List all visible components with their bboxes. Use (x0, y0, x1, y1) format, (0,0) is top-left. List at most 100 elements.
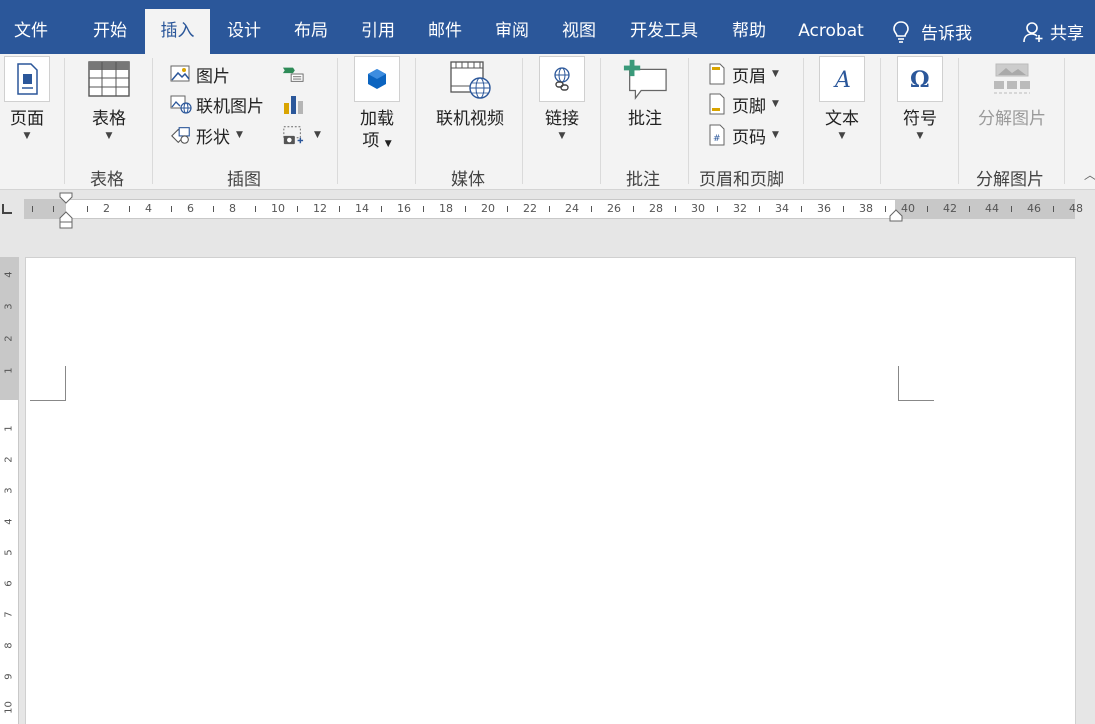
text-button[interactable]: A 文本 ▼ (817, 56, 867, 142)
vertical-ruler[interactable]: 4 3 2 1 1 2 3 4 5 6 7 8 9 10 (0, 257, 19, 724)
page-number-button[interactable]: # 页码 ▼ (706, 123, 779, 148)
ruler-tick (927, 206, 928, 212)
chevron-down-icon: ▼ (236, 130, 243, 140)
ruler-number: 36 (817, 202, 831, 215)
chevron-down-icon: ▼ (838, 131, 846, 141)
ruler-tick (969, 206, 970, 212)
chevron-down-icon: ▼ (772, 99, 779, 109)
right-indent-marker-icon[interactable] (889, 209, 903, 223)
tab-layout[interactable]: 布局 (280, 9, 342, 54)
pages-button[interactable]: 页面 ▼ (0, 56, 54, 142)
ruler-tick (423, 206, 424, 212)
pictures-button[interactable]: 图片 (170, 62, 230, 87)
vruler-number: 4 (3, 271, 15, 278)
group-divider (415, 58, 416, 184)
tab-mailings[interactable]: 邮件 (414, 9, 476, 54)
ruler-number: 22 (523, 202, 537, 215)
links-button[interactable]: 链接 ▼ (537, 56, 587, 142)
share-label: 共享 (1050, 24, 1084, 44)
tab-acrobat[interactable]: Acrobat (790, 9, 872, 54)
screenshot-button[interactable]: ▼ (282, 123, 321, 147)
tab-view[interactable]: 视图 (548, 9, 610, 54)
tab-references[interactable]: 引用 (347, 9, 409, 54)
footer-label: 页脚 (732, 96, 766, 117)
smartart-button[interactable] (282, 62, 308, 86)
document-page[interactable] (25, 257, 1076, 724)
svg-text:Ω: Ω (910, 67, 930, 92)
split-picture-label: 分解图片 (978, 109, 1046, 129)
chart-icon (282, 93, 304, 115)
group-divider (688, 58, 689, 184)
symbols-button[interactable]: Ω 符号 ▼ (895, 56, 945, 142)
group-divider (880, 58, 881, 184)
tab-file[interactable]: 文件 (0, 9, 62, 54)
table-button[interactable]: 表格 ▼ (84, 56, 134, 142)
shapes-button[interactable]: 形状 ▼ (170, 123, 243, 148)
ruler-tick (129, 206, 130, 212)
online-pictures-button[interactable]: 联机图片 (170, 92, 264, 117)
crop-mark-top-right-h (898, 400, 934, 401)
ruler-tick (297, 206, 298, 212)
crop-mark-top-left-h (30, 400, 66, 401)
addins-button[interactable]: 加载 项 ▼ (352, 56, 402, 155)
split-picture-button[interactable]: 分解图片 (972, 56, 1052, 130)
tab-insert[interactable]: 插入 (145, 9, 210, 54)
ruler-tick (381, 206, 382, 212)
online-video-button[interactable]: 联机视频 (430, 56, 510, 130)
ruler-number: 8 (229, 202, 236, 215)
crop-mark-top-left-v (65, 366, 66, 400)
table-label: 表格 (92, 109, 126, 129)
table-icon (86, 56, 132, 102)
ruler-tick (759, 206, 760, 212)
ruler-number: 30 (691, 202, 705, 215)
word-window: 文件 开始 插入 设计 布局 引用 邮件 审阅 视图 开发工具 帮助 Acrob… (0, 0, 1095, 724)
ruler-number: 14 (355, 202, 369, 215)
online-picture-icon (170, 93, 192, 115)
vruler-number: 1 (3, 425, 15, 432)
header-label: 页眉 (732, 66, 766, 87)
tab-developer[interactable]: 开发工具 (618, 9, 710, 54)
ruler-tick (87, 206, 88, 212)
crop-mark-top-right-v (898, 366, 899, 400)
ruler-number: 26 (607, 202, 621, 215)
tab-review[interactable]: 审阅 (481, 9, 543, 54)
ruler-tick (675, 206, 676, 212)
link-icon (539, 56, 585, 102)
tab-selector-icon[interactable] (2, 204, 12, 214)
vruler-number: 3 (3, 487, 15, 494)
shapes-label: 形状 (196, 127, 230, 148)
store-icon (354, 56, 400, 102)
page-number-icon: # (706, 124, 728, 146)
horizontal-ruler-area: 2 4 6 8 10 12 14 16 18 20 22 24 26 28 30 32 34 36 38 40 42 44… (0, 191, 1095, 229)
tab-help[interactable]: 帮助 (718, 9, 780, 54)
footer-button[interactable]: 页脚 ▼ (706, 92, 779, 117)
person-icon (1022, 21, 1044, 43)
ruler-number: 38 (859, 202, 873, 215)
collapse-ribbon-icon[interactable]: ︿ (1084, 166, 1095, 183)
header-button[interactable]: 页眉 ▼ (706, 62, 779, 87)
group-label-comments: 批注 (626, 170, 660, 190)
links-label: 链接 (545, 109, 579, 129)
pages-label: 页面 (10, 109, 44, 129)
tell-me-search[interactable]: 告诉我 (891, 9, 972, 54)
ruler-tick (53, 206, 54, 212)
screenshot-icon (282, 124, 304, 146)
horizontal-ruler[interactable]: 2 4 6 8 10 12 14 16 18 20 22 24 26 28 30 32 34 36 38 40 42 44… (24, 199, 1083, 219)
group-divider (600, 58, 601, 184)
ruler-tick (465, 206, 466, 212)
group-divider (1064, 58, 1065, 184)
tab-home[interactable]: 开始 (78, 9, 142, 54)
tell-me-label: 告诉我 (921, 24, 972, 44)
ruler-number: 18 (439, 202, 453, 215)
ruler-tick (213, 206, 214, 212)
group-divider (958, 58, 959, 184)
chart-button[interactable] (282, 92, 308, 116)
ruler-number: 24 (565, 202, 579, 215)
vruler-number: 5 (3, 549, 15, 556)
new-comment-button[interactable]: 批注 (618, 56, 672, 130)
share-button[interactable]: 共享 (1022, 9, 1084, 54)
ruler-number: 40 (901, 202, 915, 215)
ribbon-tab-bar: 文件 开始 插入 设计 布局 引用 邮件 审阅 视图 开发工具 帮助 Acrob… (0, 0, 1095, 54)
tab-design[interactable]: 设计 (214, 9, 274, 54)
indent-markers-icon[interactable] (59, 192, 73, 230)
